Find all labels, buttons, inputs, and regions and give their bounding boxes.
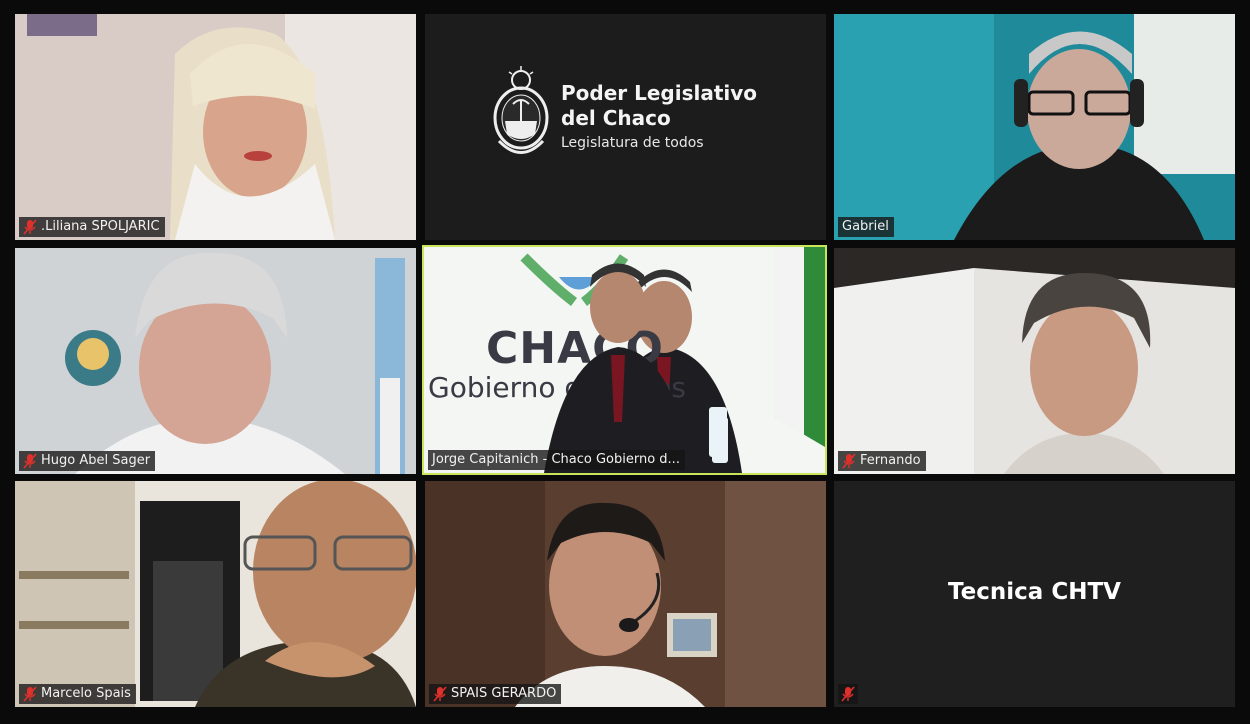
participant-video bbox=[15, 481, 416, 707]
participant-tile-legislatura[interactable]: Poder Legislativo del Chaco Legislatura … bbox=[425, 14, 826, 240]
participant-tile-hugo[interactable]: Hugo Abel Sager bbox=[15, 248, 416, 474]
participant-name-tag: Hugo Abel Sager bbox=[19, 451, 156, 471]
participant-name-tag bbox=[838, 684, 858, 704]
participant-name: Gabriel bbox=[842, 219, 889, 234]
participant-video bbox=[15, 14, 416, 240]
mic-muted-icon bbox=[433, 686, 447, 702]
participant-tile-jorge[interactable]: CHACO Gobierno de todos Jorge Capitanich… bbox=[422, 245, 827, 475]
mic-muted-icon bbox=[842, 453, 856, 469]
participant-name: Marcelo Spais bbox=[41, 686, 131, 701]
participant-name-tag: SPAIS GERARDO bbox=[429, 684, 562, 704]
logo-tagline: Legislatura de todos bbox=[561, 135, 704, 151]
participant-name: Fernando bbox=[860, 453, 921, 468]
legislature-logo: Poder Legislativo del Chaco Legislatura … bbox=[491, 66, 757, 166]
logo-text: Poder Legislativo del Chaco Legislatura … bbox=[561, 81, 757, 151]
participant-tile-liliana[interactable]: .Liliana SPOLJARIC bbox=[15, 14, 416, 240]
participant-name: Hugo Abel Sager bbox=[41, 453, 151, 468]
participant-name: .Liliana SPOLJARIC bbox=[41, 219, 160, 234]
logo-subtitle: del Chaco bbox=[561, 106, 671, 130]
participant-tile-tecnica-chtv[interactable]: Tecnica CHTV bbox=[834, 481, 1235, 707]
participant-tile-marcelo[interactable]: Marcelo Spais bbox=[15, 481, 416, 707]
participant-name-tag: Jorge Capitanich - Chaco Gobierno d... bbox=[428, 450, 685, 470]
participant-name-tag: .Liliana SPOLJARIC bbox=[19, 217, 165, 237]
participant-video bbox=[834, 248, 1235, 474]
participant-display-name: Tecnica CHTV bbox=[948, 579, 1121, 605]
participant-tile-spais-gerardo[interactable]: SPAIS GERARDO bbox=[425, 481, 826, 707]
video-grid: .Liliana SPOLJARIC Poder Legislativo del… bbox=[0, 0, 1250, 724]
participant-name-tag: Marcelo Spais bbox=[19, 684, 136, 704]
participant-name: Jorge Capitanich - Chaco Gobierno d... bbox=[432, 452, 680, 467]
participant-video bbox=[15, 248, 416, 474]
participant-name: SPAIS GERARDO bbox=[451, 686, 557, 701]
participant-tile-gabriel[interactable]: Gabriel bbox=[834, 14, 1235, 240]
mic-muted-icon bbox=[23, 453, 37, 469]
logo-title: Poder Legislativo bbox=[561, 81, 758, 105]
coat-of-arms-icon bbox=[493, 66, 549, 154]
participant-tile-fernando[interactable]: Fernando bbox=[834, 248, 1235, 474]
speaker-overlay bbox=[544, 263, 728, 473]
mic-muted-icon bbox=[23, 219, 37, 235]
participant-name-tag: Gabriel bbox=[838, 217, 894, 237]
participant-video bbox=[834, 14, 1235, 240]
mic-muted-icon bbox=[23, 686, 37, 702]
participant-video bbox=[425, 481, 826, 707]
mic-muted-icon bbox=[841, 686, 855, 702]
participant-name-tag: Fernando bbox=[838, 451, 926, 471]
